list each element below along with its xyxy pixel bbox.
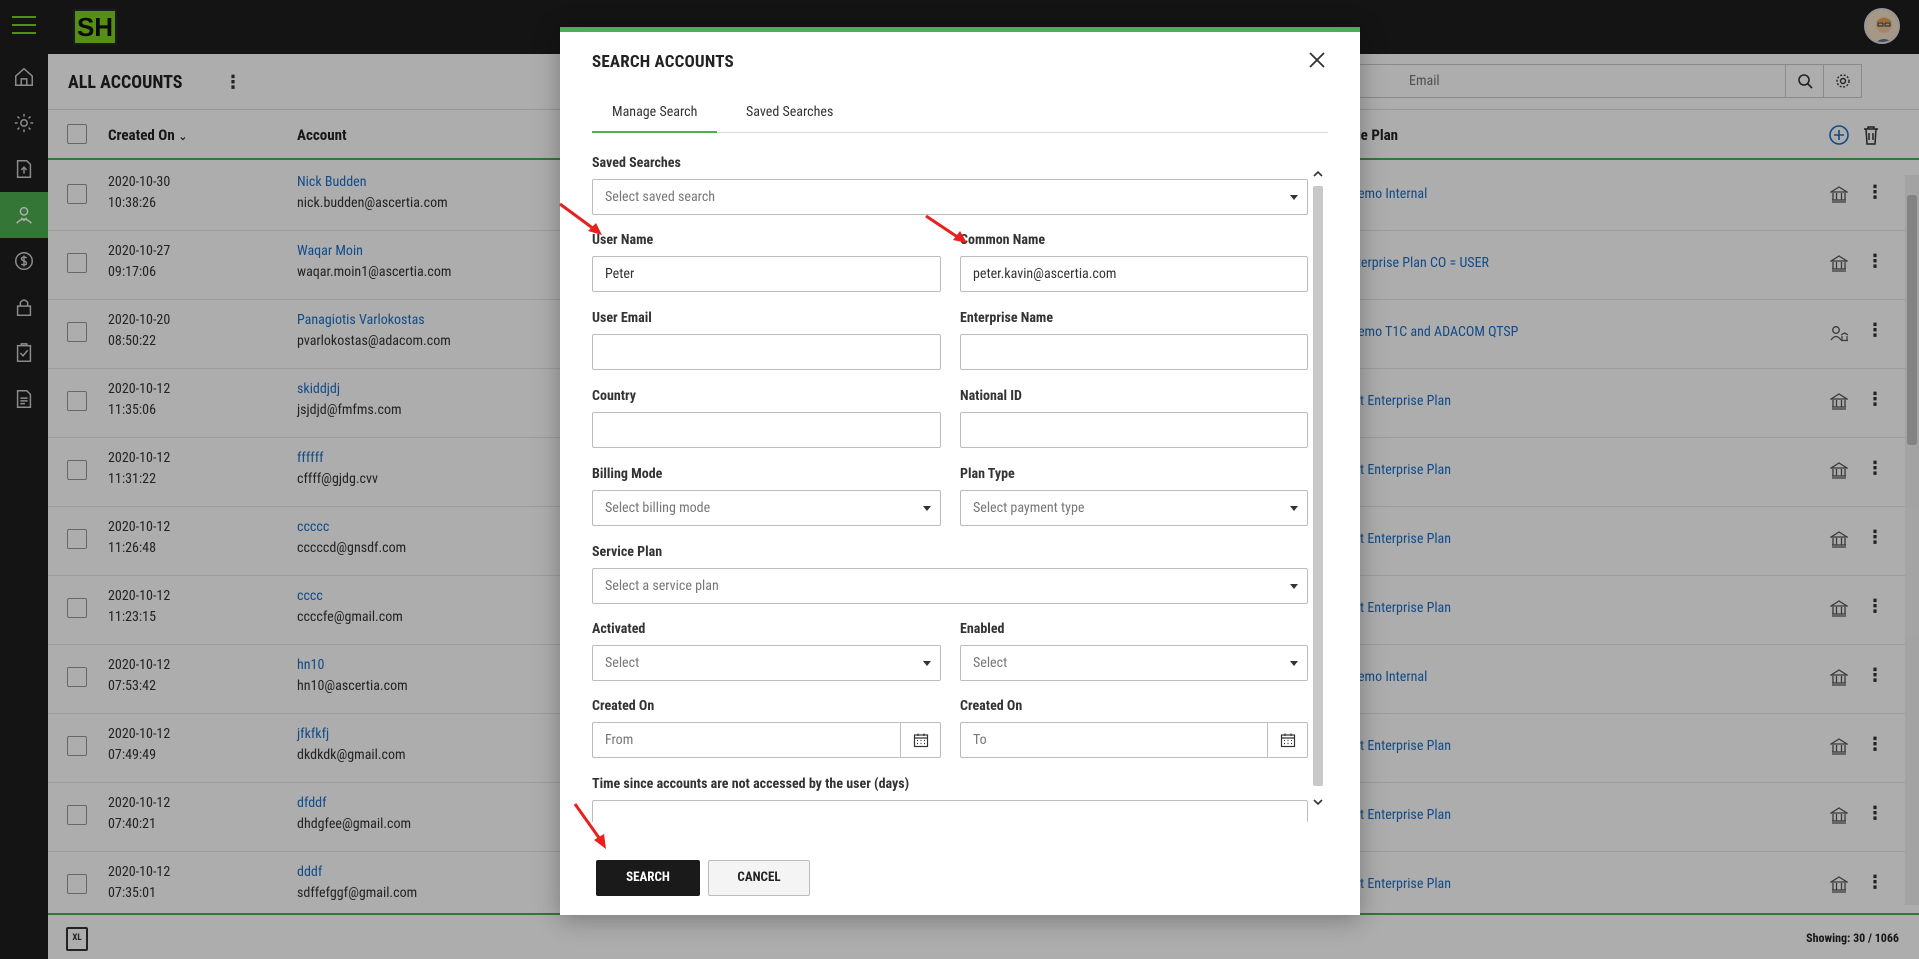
common-name-label: Common Name: [960, 232, 1046, 248]
service-plan-select[interactable]: Select a service plan: [592, 568, 1308, 604]
chevron-down-icon: [1290, 506, 1298, 511]
search-accounts-modal: SEARCH ACCOUNTS Manage Search Saved Sear…: [560, 27, 1360, 915]
enabled-select-value: Select: [973, 655, 1008, 671]
enterprise-name-label: Enterprise Name: [960, 310, 1054, 326]
user-name-input[interactable]: Peter: [592, 256, 941, 292]
chevron-down-icon: [923, 506, 931, 511]
calendar-from-button[interactable]: [900, 723, 940, 757]
billing-mode-select-value: Select billing mode: [605, 500, 711, 516]
activated-label: Activated: [592, 621, 646, 637]
saved-search-select-value: Select saved search: [605, 189, 716, 205]
close-modal-button[interactable]: [1305, 48, 1329, 72]
activated-select-value: Select: [605, 655, 640, 671]
calendar-icon: [913, 733, 928, 748]
chevron-up-icon[interactable]: [1312, 168, 1324, 180]
user-name-label: User Name: [592, 232, 654, 248]
tab-manage-search[interactable]: Manage Search: [592, 102, 718, 133]
created-on-from-placeholder: From: [605, 732, 634, 748]
chevron-down-icon[interactable]: [1312, 796, 1324, 808]
search-button[interactable]: SEARCH: [596, 860, 700, 896]
saved-search-select[interactable]: Select saved search: [592, 179, 1308, 215]
not-accessed-days-input[interactable]: [592, 800, 1308, 822]
modal-tabs: Manage Search Saved Searches: [592, 102, 1328, 133]
modal-title: SEARCH ACCOUNTS: [592, 52, 734, 72]
calendar-icon: [1280, 733, 1295, 748]
modal-scrollbar[interactable]: [1310, 164, 1326, 824]
national-id-label: National ID: [960, 388, 1022, 404]
saved-searches-label: Saved Searches: [592, 155, 681, 171]
not-accessed-days-label: Time since accounts are not accessed by …: [592, 776, 910, 792]
enabled-select[interactable]: Select: [960, 645, 1308, 681]
country-input[interactable]: [592, 412, 941, 448]
enterprise-name-input[interactable]: [960, 334, 1308, 370]
plan-type-select-value: Select payment type: [973, 500, 1085, 516]
chevron-down-icon: [1290, 661, 1298, 666]
close-icon: [1309, 52, 1325, 68]
user-email-input[interactable]: [592, 334, 941, 370]
chevron-down-icon: [1290, 584, 1298, 589]
service-plan-select-value: Select a service plan: [605, 578, 719, 594]
modal-scrollbar-thumb[interactable]: [1313, 186, 1323, 786]
service-plan-label: Service Plan: [592, 544, 663, 560]
billing-mode-label: Billing Mode: [592, 466, 663, 482]
plan-type-label: Plan Type: [960, 466, 1015, 482]
chevron-down-icon: [923, 661, 931, 666]
created-on-to-placeholder: To: [973, 732, 987, 748]
created-on-to-label: Created On: [960, 698, 1023, 714]
search-form: Saved Searches Select saved search User …: [592, 154, 1308, 822]
calendar-to-button[interactable]: [1267, 723, 1307, 757]
created-on-from-label: Created On: [592, 698, 655, 714]
created-on-to-input[interactable]: To: [960, 722, 1308, 758]
enabled-label: Enabled: [960, 621, 1005, 637]
activated-select[interactable]: Select: [592, 645, 941, 681]
chevron-down-icon: [1290, 195, 1298, 200]
cancel-button[interactable]: CANCEL: [708, 860, 810, 896]
tab-saved-searches[interactable]: Saved Searches: [726, 102, 853, 133]
country-label: Country: [592, 388, 637, 404]
billing-mode-select[interactable]: Select billing mode: [592, 490, 941, 526]
created-on-from-input[interactable]: From: [592, 722, 941, 758]
user-email-label: User Email: [592, 310, 652, 326]
national-id-input[interactable]: [960, 412, 1308, 448]
common-name-input[interactable]: peter.kavin@ascertia.com: [960, 256, 1308, 292]
plan-type-select[interactable]: Select payment type: [960, 490, 1308, 526]
